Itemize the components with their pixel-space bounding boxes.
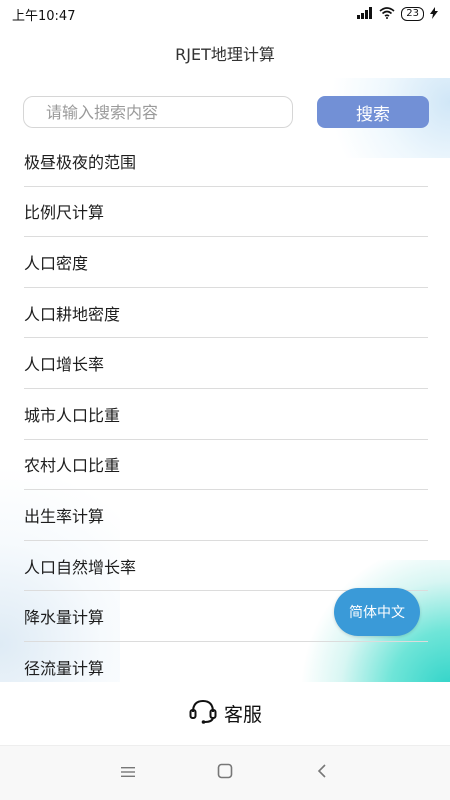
- home-square-icon: [217, 763, 233, 783]
- status-bar: 上午10:47 23: [0, 0, 450, 28]
- list-item-label: 人口密度: [24, 253, 89, 273]
- back-chevron-icon: [316, 763, 328, 783]
- list-item[interactable]: 比例尺计算: [24, 187, 428, 238]
- page-title-bar: RJET地理计算: [0, 28, 450, 78]
- list-item[interactable]: 人口密度: [24, 237, 428, 288]
- headset-icon: [188, 697, 218, 730]
- list-item-label: 城市人口比重: [24, 405, 121, 425]
- list-item-label: 出生率计算: [24, 506, 105, 526]
- list-item[interactable]: 人口自然增长率: [24, 541, 428, 592]
- battery-icon: 23: [401, 7, 424, 21]
- menu-nav-button[interactable]: [113, 758, 143, 788]
- customer-service-label: 客服: [223, 704, 262, 726]
- list-item-label: 人口增长率: [24, 355, 105, 375]
- signal-icon: [357, 6, 373, 22]
- system-nav-bar: [0, 746, 450, 800]
- search-button[interactable]: 搜索: [317, 96, 429, 128]
- status-time: 上午10:47: [12, 8, 76, 24]
- language-switch-button[interactable]: 简体中文: [334, 588, 420, 636]
- list-item-label: 径流量计算: [24, 659, 105, 679]
- list-item-label: 降水量计算: [24, 608, 105, 628]
- search-row: 搜索: [23, 96, 429, 128]
- customer-service-bar[interactable]: 客服: [0, 682, 450, 746]
- home-nav-button[interactable]: [210, 758, 240, 788]
- list-item[interactable]: 农村人口比重: [24, 440, 428, 491]
- list-item[interactable]: 极昼极夜的范围: [24, 136, 428, 187]
- list-item-label: 人口耕地密度: [24, 304, 121, 324]
- list-item[interactable]: 出生率计算: [24, 490, 428, 541]
- wifi-icon: [379, 6, 395, 22]
- search-input[interactable]: [23, 96, 293, 128]
- charging-icon: [430, 6, 438, 22]
- list-item-label: 极昼极夜的范围: [24, 152, 137, 172]
- list-item-label: 人口自然增长率: [24, 557, 137, 577]
- back-nav-button[interactable]: [307, 758, 337, 788]
- list-item-label: 比例尺计算: [24, 203, 105, 223]
- status-icons: 23: [357, 6, 438, 22]
- menu-icon: [120, 764, 136, 783]
- list-item[interactable]: 人口耕地密度: [24, 288, 428, 339]
- language-switch-label: 简体中文: [349, 605, 405, 621]
- list-item-label: 农村人口比重: [24, 456, 121, 476]
- list-item[interactable]: 城市人口比重: [24, 389, 428, 440]
- page-title: RJET地理计算: [175, 45, 275, 64]
- list-item[interactable]: 人口增长率: [24, 338, 428, 389]
